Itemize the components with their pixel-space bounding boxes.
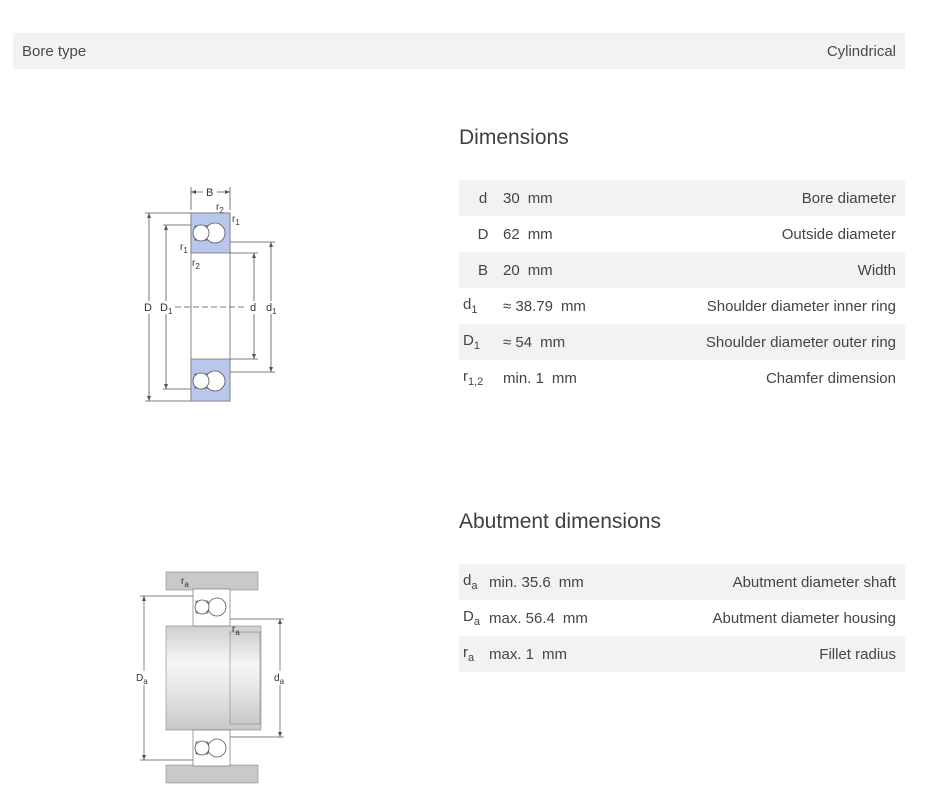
label-Da: D xyxy=(136,673,143,684)
table-row: D 62 mm Outside diameter xyxy=(459,216,905,252)
description: Shoulder diameter inner ring xyxy=(706,297,896,315)
label-B: B xyxy=(206,187,213,199)
symbol: d xyxy=(478,189,488,207)
table-row: da min. 35.6 mm Abutment diameter shaft xyxy=(459,564,905,600)
table-row: d1 ≈ 38.79 mm Shoulder diameter inner rin… xyxy=(459,288,905,324)
value: min. 35.6 mm xyxy=(489,573,584,591)
label-d: d xyxy=(250,302,256,314)
symbol: ra xyxy=(463,644,475,664)
abutment-dimensions-diagram: ra ra Da da xyxy=(135,571,288,784)
label-D: D xyxy=(144,302,152,314)
abutment-title: Abutment dimensions xyxy=(459,510,661,533)
value: ≈ 54 mm xyxy=(503,333,566,351)
symbol: da xyxy=(463,572,478,592)
dimensions-title: Dimensions xyxy=(459,126,569,149)
symbol: r1,2 xyxy=(463,368,484,388)
svg-text:r1: r1 xyxy=(180,242,188,255)
value: 30 mm xyxy=(503,189,553,207)
value: ≈ 38.79 mm xyxy=(503,297,586,315)
symbol: Da xyxy=(463,608,480,628)
svg-text:r1: r1 xyxy=(232,214,240,227)
abutment-table: da min. 35.6 mm Abutment diameter shaft D… xyxy=(459,564,905,672)
table-row: B 20 mm Width xyxy=(459,252,905,288)
symbol: d1 xyxy=(463,296,478,316)
value: max. 56.4 mm xyxy=(489,609,588,627)
bore-type-value: Cylindrical xyxy=(826,42,896,60)
bearing-dimensions-diagram: B r2 r1 r1 r2 D D1 d d1 xyxy=(143,185,281,402)
table-row: D1 ≈ 54 mm Shoulder diameter outer ring xyxy=(459,324,905,360)
value: 62 mm xyxy=(503,225,553,243)
dimensions-table: d 30 mm Bore diameter D 62 mm Outside diam… xyxy=(459,180,905,396)
table-row: d 30 mm Bore diameter xyxy=(459,180,905,216)
value: min. 1 mm xyxy=(503,369,577,387)
table-row: ra max. 1 mm Fillet radius xyxy=(459,636,905,672)
description: Width xyxy=(857,261,896,279)
description: Fillet radius xyxy=(819,645,896,663)
symbol: D xyxy=(477,225,489,243)
value: 20 mm xyxy=(503,261,553,279)
symbol: D1 xyxy=(463,332,480,352)
table-row: r1,2 min. 1 mm Chamfer dimension xyxy=(459,360,905,396)
table-row: Da max. 56.4 mm Abutment diameter housing xyxy=(459,600,905,636)
label-D1: D xyxy=(160,302,168,314)
bore-type-label: Bore type xyxy=(22,42,87,60)
bore-type-row: Bore type Cylindrical xyxy=(13,33,905,69)
symbol: B xyxy=(477,261,488,279)
value: max. 1 mm xyxy=(489,645,568,663)
description: Bore diameter xyxy=(801,189,896,207)
description: Chamfer dimension xyxy=(765,369,896,387)
description: Shoulder diameter outer ring xyxy=(705,333,896,351)
svg-text:r2: r2 xyxy=(192,258,200,271)
description: Abutment diameter housing xyxy=(712,609,896,627)
description: Abutment diameter shaft xyxy=(732,573,896,591)
description: Outside diameter xyxy=(781,225,896,243)
